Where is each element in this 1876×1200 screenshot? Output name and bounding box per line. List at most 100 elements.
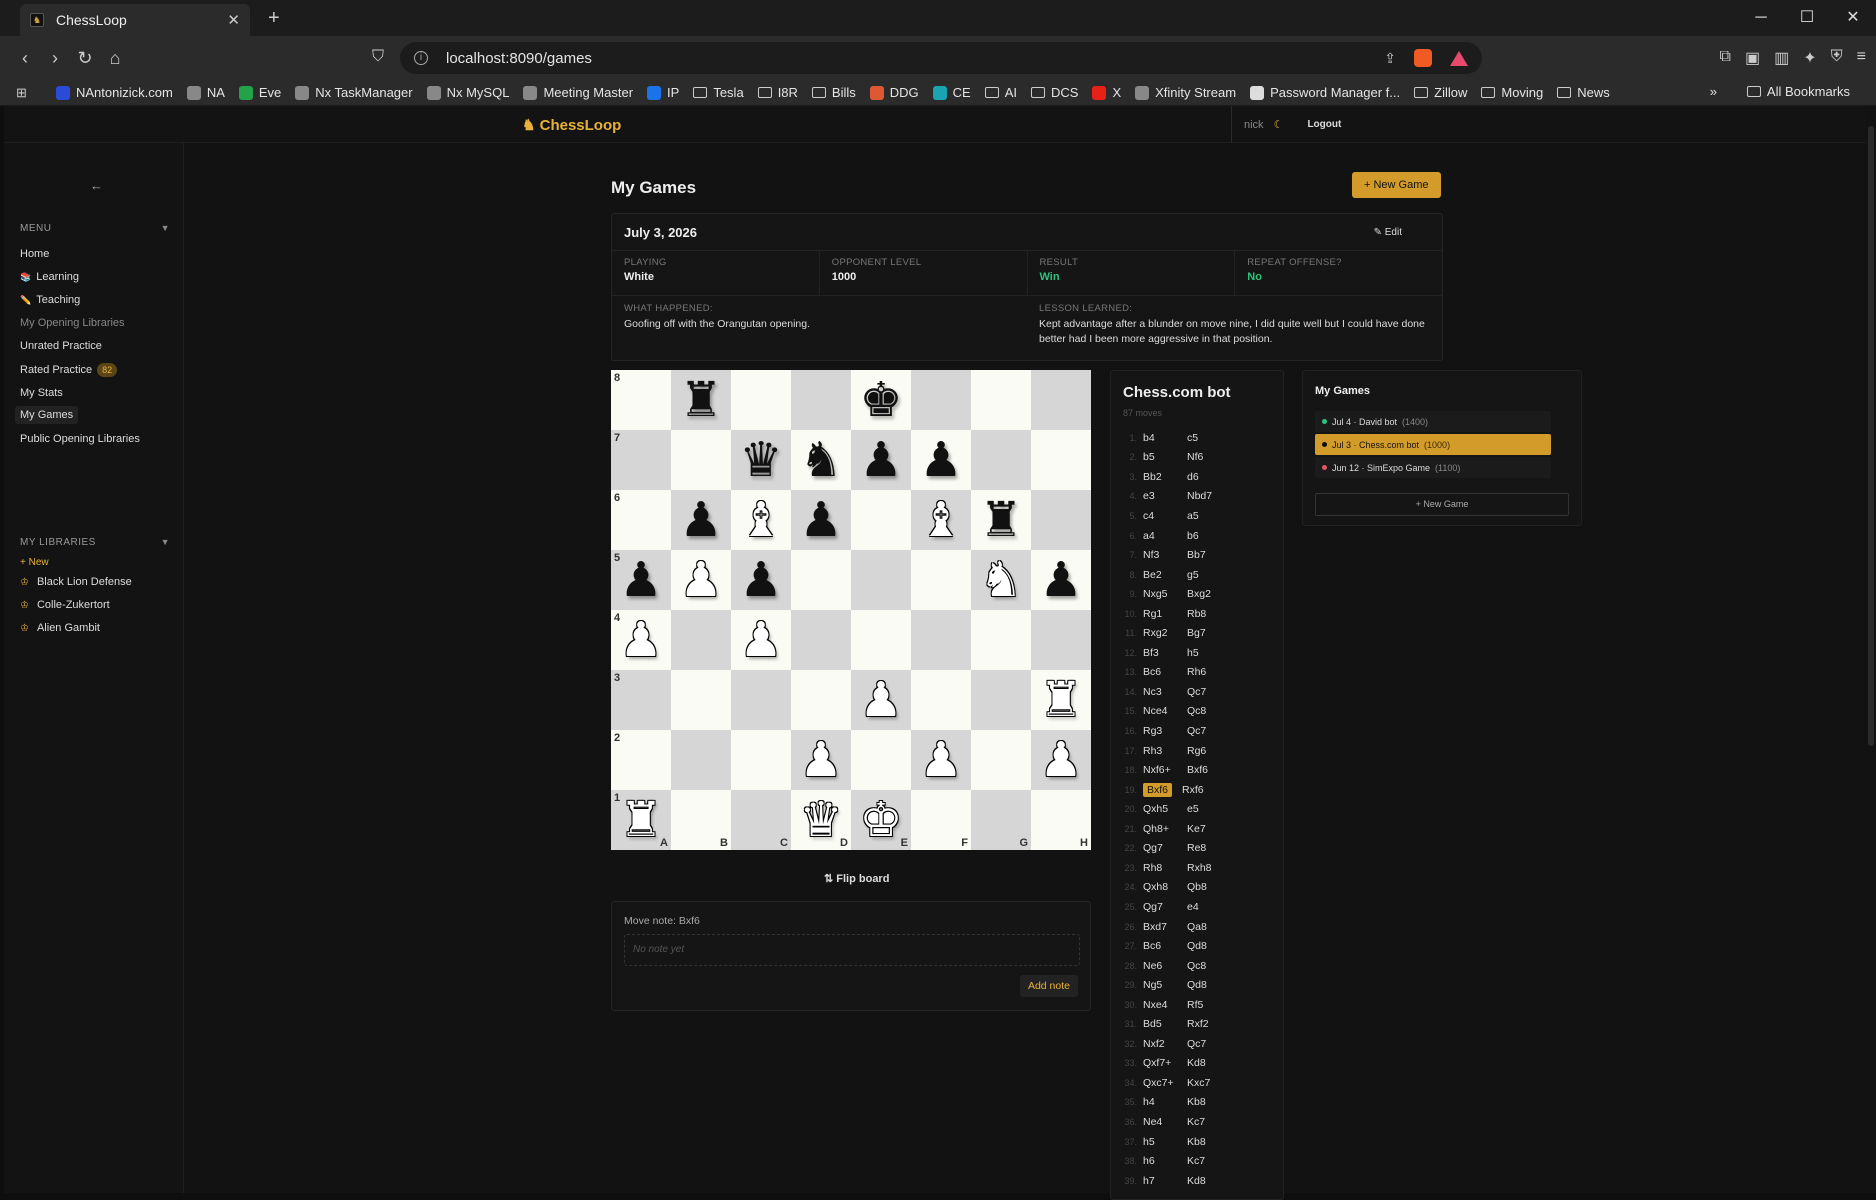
board-square[interactable]: ♜: [671, 370, 731, 430]
close-tab-icon[interactable]: ✕: [227, 11, 240, 29]
bookmark-i8r[interactable]: I8R: [757, 85, 798, 100]
white-move[interactable]: Qxf7+: [1143, 1057, 1187, 1069]
board-square[interactable]: B: [671, 790, 731, 850]
black-pawn-icon[interactable]: ♟: [1039, 556, 1082, 604]
white-move[interactable]: Rg3: [1143, 725, 1187, 737]
black-move[interactable]: Kxc7: [1187, 1077, 1231, 1089]
new-library-button[interactable]: + New: [20, 557, 49, 568]
white-move[interactable]: Nxf6+: [1143, 764, 1187, 776]
black-move[interactable]: Re8: [1187, 842, 1231, 854]
black-rook-icon[interactable]: ♜: [679, 376, 722, 424]
library-item[interactable]: ♔ Alien Gambit: [20, 622, 100, 634]
library-item[interactable]: ♔ Black Lion Defense: [20, 576, 132, 588]
black-move[interactable]: Bb7: [1187, 549, 1231, 561]
bookmark-ip[interactable]: IP: [647, 85, 679, 100]
white-move[interactable]: Nxe4: [1143, 999, 1187, 1011]
bookmark-zillow[interactable]: Zillow: [1414, 85, 1467, 100]
black-move[interactable]: Kb8: [1187, 1136, 1231, 1148]
sidebar-item-rated-practice[interactable]: Rated Practice 82: [20, 363, 118, 377]
board-square[interactable]: ♚: [851, 370, 911, 430]
reload-icon[interactable]: ↻: [70, 48, 100, 69]
board-square[interactable]: 6: [611, 490, 671, 550]
board-square[interactable]: [971, 670, 1031, 730]
black-move[interactable]: Kc7: [1187, 1116, 1231, 1128]
board-square[interactable]: ♞: [791, 430, 851, 490]
bookmark-x[interactable]: X: [1092, 85, 1121, 100]
board-square[interactable]: ♟: [731, 610, 791, 670]
logout-button[interactable]: Logout: [1307, 119, 1341, 130]
cast-icon[interactable]: ▣: [1745, 48, 1760, 68]
add-note-button[interactable]: Add note: [1019, 975, 1078, 997]
sidebar-item-teaching[interactable]: ✏️ Teaching: [20, 294, 80, 306]
board-square[interactable]: D ♛: [791, 790, 851, 850]
black-move[interactable]: a5: [1187, 510, 1231, 522]
site-info-icon[interactable]: i: [414, 51, 428, 65]
black-move[interactable]: Rh6: [1187, 666, 1231, 678]
black-move[interactable]: Bxf6: [1187, 764, 1231, 776]
sidebar-item-unrated-practice[interactable]: Unrated Practice: [20, 340, 102, 352]
black-pawn-icon[interactable]: ♟: [859, 436, 902, 484]
sidebar-item-my-games[interactable]: My Games: [15, 406, 79, 424]
board-square[interactable]: [851, 610, 911, 670]
bookmark-xfinity-stream[interactable]: Xfinity Stream: [1135, 85, 1236, 100]
maximize-icon[interactable]: ☐: [1784, 0, 1830, 36]
bookmark-moving[interactable]: Moving: [1481, 85, 1543, 100]
black-move[interactable]: Qc7: [1187, 725, 1231, 737]
black-move[interactable]: Kb8: [1187, 1096, 1231, 1108]
white-move[interactable]: Qg7: [1143, 901, 1187, 913]
black-move[interactable]: Qd8: [1187, 940, 1231, 952]
black-move[interactable]: Qc8: [1187, 960, 1231, 972]
white-move[interactable]: Ne6: [1143, 960, 1187, 972]
white-move[interactable]: Nf3: [1143, 549, 1187, 561]
board-square[interactable]: [731, 730, 791, 790]
board-square[interactable]: [1031, 610, 1091, 670]
black-move[interactable]: Rxf2: [1187, 1018, 1231, 1030]
black-move[interactable]: b6: [1187, 530, 1231, 542]
board-square[interactable]: ♜: [1031, 670, 1091, 730]
sidebar-toggle-icon[interactable]: ▥: [1774, 48, 1789, 68]
white-move[interactable]: Bd5: [1143, 1018, 1187, 1030]
white-move[interactable]: Qxc7+: [1143, 1077, 1187, 1089]
collapse-sidebar-icon[interactable]: ←: [90, 178, 103, 193]
white-queen-icon[interactable]: ♛: [799, 796, 842, 844]
board-square[interactable]: [1031, 430, 1091, 490]
white-pawn-icon[interactable]: ♟: [859, 676, 902, 724]
black-pawn-icon[interactable]: ♟: [679, 496, 722, 544]
bookmark-tesla[interactable]: Tesla: [693, 85, 744, 100]
white-pawn-icon[interactable]: ♟: [1039, 736, 1082, 784]
board-square[interactable]: [731, 370, 791, 430]
white-move[interactable]: Rg1: [1143, 608, 1187, 620]
board-square[interactable]: ♟: [731, 550, 791, 610]
board-square[interactable]: ♝: [731, 490, 791, 550]
black-move[interactable]: Rb8: [1187, 608, 1231, 620]
white-move[interactable]: Qg7: [1143, 842, 1187, 854]
chess-board[interactable]: 8 ♜ ♚ 7 ♛ ♞ ♟ ♟ 6 ♟ ♝ ♟ ♝ ♜ 5 ♟ ♟ ♟ ♞ ♟ 4 ♟ ♟ 3 ♟ ♜ 2 ♟ ♟ ♟ 1 A ♜ B C D ♛ E ♚ F…: [611, 370, 1091, 850]
board-square[interactable]: [671, 670, 731, 730]
sidebar-item-public-opening-libraries[interactable]: Public Opening Libraries: [20, 433, 140, 445]
sidebar-item-my-stats[interactable]: My Stats: [20, 387, 63, 399]
bookmark-ddg[interactable]: DDG: [869, 85, 919, 100]
bookmark-bills[interactable]: Bills: [811, 85, 856, 100]
white-bishop-icon[interactable]: ♝: [739, 496, 782, 544]
white-move[interactable]: c4: [1143, 510, 1187, 522]
url-bar[interactable]: i localhost:8090/games ⇪: [400, 42, 1482, 74]
board-square[interactable]: [851, 730, 911, 790]
black-pawn-icon[interactable]: ♟: [619, 556, 662, 604]
board-square[interactable]: ♟: [911, 730, 971, 790]
white-move[interactable]: Bb2: [1143, 471, 1187, 483]
black-move[interactable]: Rxf6: [1182, 784, 1226, 796]
board-square[interactable]: [851, 490, 911, 550]
leo-ai-icon[interactable]: ✦: [1803, 48, 1816, 68]
white-move[interactable]: Ng5: [1143, 979, 1187, 991]
board-square[interactable]: ♟: [1031, 730, 1091, 790]
white-move[interactable]: b5: [1143, 451, 1187, 463]
vpn-icon[interactable]: ⛨: [1831, 48, 1843, 68]
brand[interactable]: ♞ ChessLoop: [522, 116, 621, 134]
board-square[interactable]: [1031, 490, 1091, 550]
white-move[interactable]: h4: [1143, 1096, 1187, 1108]
white-move[interactable]: e3: [1143, 490, 1187, 502]
black-move[interactable]: Kd8: [1187, 1057, 1231, 1069]
black-move[interactable]: Ke7: [1187, 823, 1231, 835]
white-move[interactable]: Nce4: [1143, 705, 1187, 717]
brave-shields-icon[interactable]: [1414, 49, 1432, 67]
